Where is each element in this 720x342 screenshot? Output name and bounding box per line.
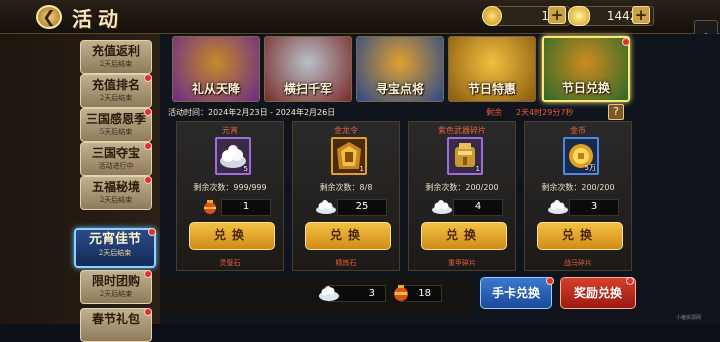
lantern-item-icon — [199, 198, 221, 216]
gold-coin-icon[interactable]: 5万 — [563, 137, 599, 175]
sidebar-item-status: 活动进行中 — [98, 162, 134, 170]
notification-dot — [622, 38, 630, 46]
sidebar-item[interactable]: 充值排名 2天后结束 — [80, 74, 152, 108]
event-banner-label: 节日特惠 — [467, 82, 516, 96]
notification-dot — [546, 277, 554, 285]
next-reward-name: 战马碎片 — [564, 259, 592, 267]
lantern-item-icon — [390, 283, 412, 303]
remaining-times: 剩余次数：8/8 — [319, 183, 373, 192]
cost-value: 25 — [337, 199, 387, 216]
card-exchange-button[interactable]: 手卡兑换 — [480, 277, 552, 309]
event-banner-tab[interactable]: 节日特惠 — [448, 36, 536, 102]
reward-name: 金币 — [570, 126, 586, 135]
notification-dot — [144, 308, 152, 316]
event-banner-label: 寻宝点将 — [375, 82, 424, 96]
gold-ingot-icon — [568, 6, 590, 26]
reward-quantity: 5 — [243, 165, 248, 173]
sidebar-item-label: 充值排名 — [91, 78, 140, 92]
reward-quantity: 5万 — [584, 164, 596, 172]
notification-dot — [144, 270, 152, 278]
notification-dot — [148, 228, 156, 236]
sidebar-item[interactable]: 三国夺宝 活动进行中 — [80, 142, 152, 176]
tangyuan-icon[interactable]: 5 — [215, 137, 251, 175]
reward-quantity: 1 — [475, 165, 480, 173]
sidebar-item-label: 元宵佳节 — [88, 232, 141, 247]
exchange-card: 紫色武器碎片 1 剩余次数：200/200 4 兑换重甲碎片 — [408, 121, 516, 271]
tangyuan-bowl-icon — [547, 198, 569, 216]
reward-quantity: 1 — [359, 165, 364, 173]
sidebar-item-label: 五福秘境 — [91, 180, 140, 194]
back-arrow-icon[interactable]: ❮ — [36, 5, 62, 29]
cost-value: 3 — [569, 199, 619, 216]
sidebar-item[interactable]: 春节礼包 — [80, 308, 152, 342]
exchange-button[interactable]: 兑换 — [305, 222, 391, 250]
reward-name: 元宵 — [222, 126, 238, 135]
exchange-button[interactable]: 兑换 — [537, 222, 623, 250]
exchange-button[interactable]: 兑换 — [421, 222, 507, 250]
sidebar-item-label: 三国夺宝 — [91, 146, 140, 160]
next-reward-name: 重甲碎片 — [448, 259, 476, 267]
sidebar-item-label: 充值返利 — [91, 44, 140, 58]
add-coin-button[interactable]: + — [548, 6, 566, 24]
remaining-times: 剩余次数：200/200 — [541, 183, 615, 192]
event-banner-label: 节日兑换 — [561, 81, 610, 95]
add-ingot-button[interactable]: + — [632, 6, 650, 24]
tangyuan-bowl-icon — [318, 283, 340, 303]
sidebar-item[interactable]: 五福秘境 2天后结束 — [80, 176, 152, 210]
remaining-times: 剩余次数：999/999 — [193, 183, 267, 192]
notification-dot — [626, 277, 634, 285]
gold-dragon-token-icon[interactable]: 1 — [331, 137, 367, 175]
event-banner-tab[interactable]: 横扫千军 — [264, 36, 352, 102]
sidebar-item-status: 2天后结束 — [99, 94, 133, 102]
event-banner-label: 礼从天降 — [191, 82, 240, 96]
reward-name: 紫色武器碎片 — [438, 126, 486, 135]
notification-dot — [144, 176, 152, 184]
exchange-button[interactable]: 兑换 — [189, 222, 275, 250]
sidebar-item[interactable]: 充值返利 2天后结束 — [80, 40, 152, 74]
cost-value: 1 — [221, 199, 271, 216]
cost-value: 4 — [453, 199, 503, 216]
notification-dot — [144, 142, 152, 150]
tangyuan-bowl-icon — [431, 198, 453, 216]
sidebar-item-label: 限时团购 — [91, 274, 140, 288]
sidebar-item-status: 2天后结束 — [99, 60, 133, 68]
event-banner-tab[interactable]: 礼从天降 — [172, 36, 260, 102]
sidebar-item[interactable]: 元宵佳节 2天后结束 — [74, 228, 156, 268]
exchange-card: 金龙令 1 剩余次数：8/8 25 兑换精炼石 — [292, 121, 400, 271]
notification-dot — [144, 74, 152, 82]
sidebar-item-status: 2天后结束 — [99, 196, 133, 204]
sidebar-item[interactable]: 限时团购 2天后结束 — [80, 270, 152, 304]
sidebar-item-label: 三国感恩季 — [85, 112, 146, 126]
sidebar-item[interactable]: 三国感恩季 5天后结束 — [80, 108, 152, 142]
sidebar-item-status: 5天后结束 — [99, 128, 133, 136]
reward-name: 金龙令 — [334, 126, 358, 135]
next-reward-name: 精炼石 — [335, 259, 357, 267]
exchange-card: 元宵 5 剩余次数：999/999 1 兑换灵璧石 — [176, 121, 284, 271]
notification-dot — [144, 108, 152, 116]
page-title: 活动 — [72, 7, 124, 31]
gold-coin-icon — [482, 6, 502, 26]
sidebar-item-label: 春节礼包 — [91, 312, 140, 326]
sidebar-item-status: 2天后结束 — [99, 290, 133, 298]
sidebar-item-status: 2天后结束 — [98, 249, 132, 257]
remaining-label: 剩余 — [486, 108, 502, 117]
remaining-time: 2天4时29分7秒 — [516, 108, 574, 117]
reward-exchange-button[interactable]: 奖励兑换 — [560, 277, 636, 309]
event-banner-tab[interactable]: 寻宝点将 — [356, 36, 444, 102]
help-button[interactable]: ? — [608, 104, 624, 120]
next-reward-name: 灵璧石 — [219, 259, 241, 267]
event-banner-tab[interactable]: 节日兑换 — [542, 36, 630, 102]
remaining-times: 剩余次数：200/200 — [425, 183, 499, 192]
event-banner-label: 横扫千军 — [283, 82, 332, 96]
armor-fragment-icon[interactable]: 1 — [447, 137, 483, 175]
exchange-card: 金币 5万剩余次数：200/200 3 兑换战马碎片 — [524, 121, 632, 271]
tangyuan-bowl-icon — [315, 198, 337, 216]
watermark: 小猪资源网 — [676, 315, 702, 321]
